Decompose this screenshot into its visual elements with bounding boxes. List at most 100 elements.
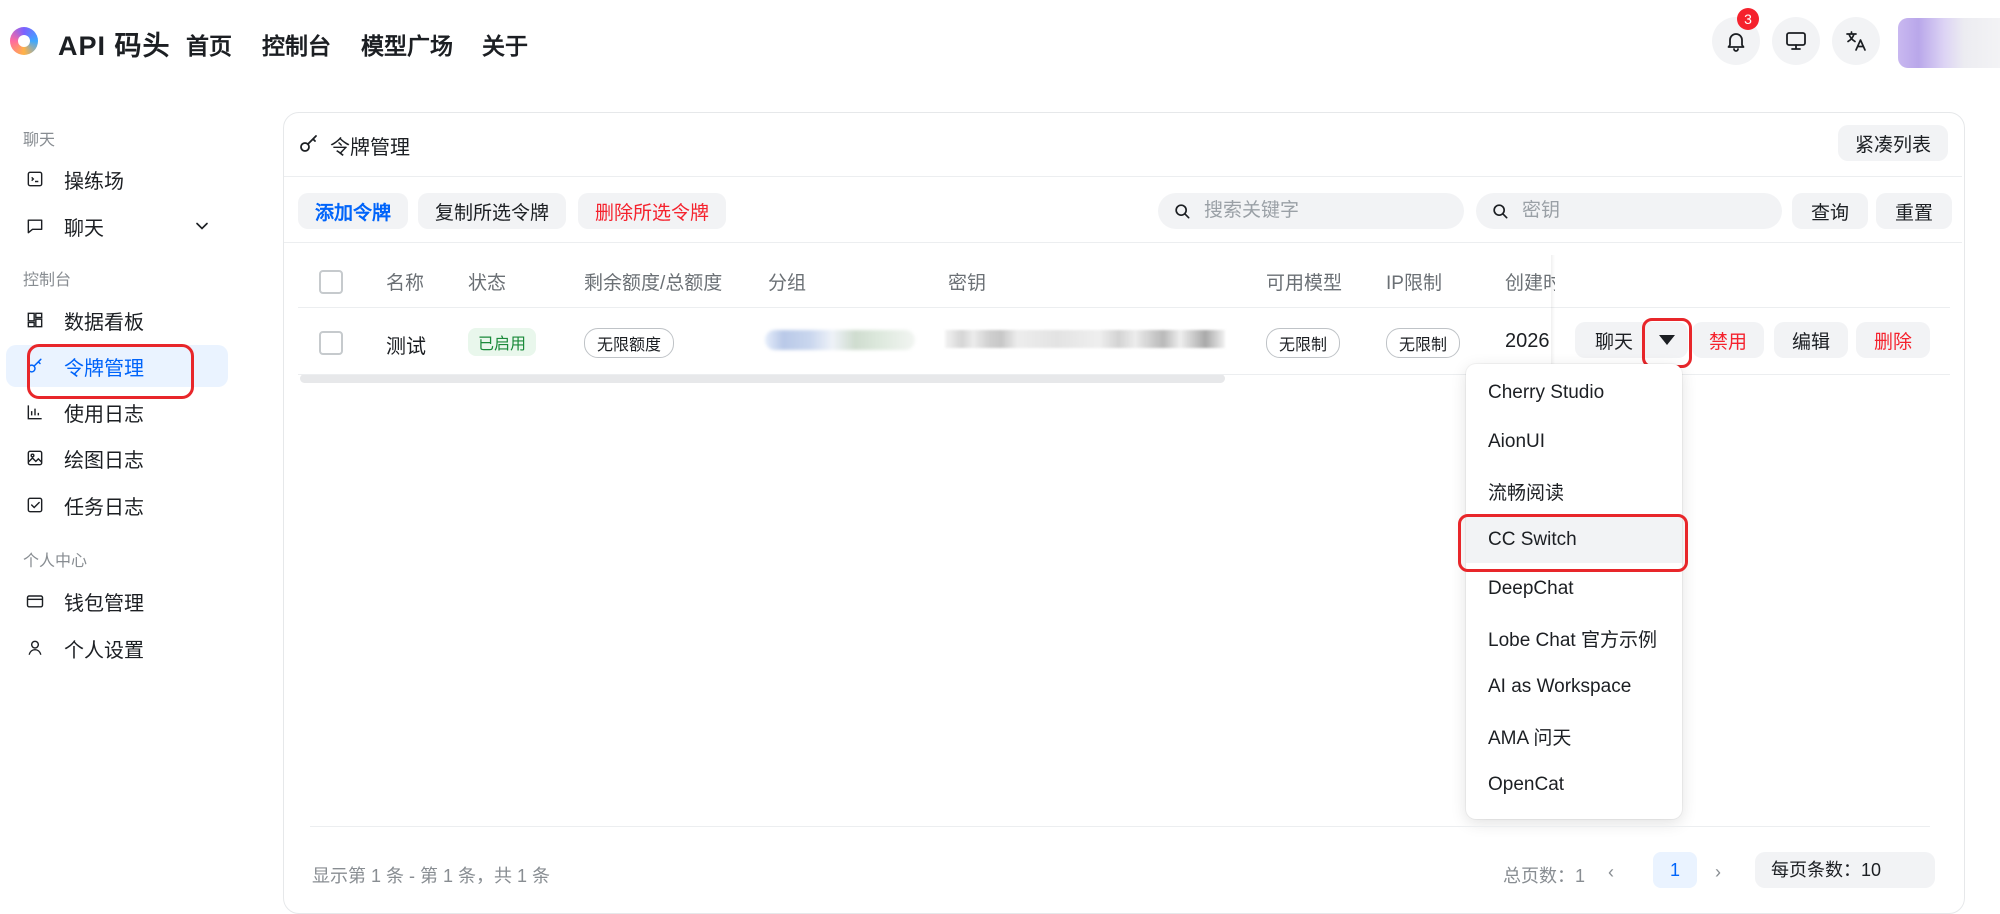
delete-button[interactable]: 删除 [1856, 322, 1930, 358]
theme-button[interactable] [1772, 17, 1820, 65]
column-header-created[interactable]: 创建时 [1505, 268, 1555, 295]
next-page-icon[interactable]: › [1715, 862, 1721, 883]
dropdown-item-ama[interactable]: AMA 问天 [1466, 713, 1682, 759]
sidebar-item-task-log[interactable]: 任务日志 [6, 484, 228, 526]
dropdown-item-ai-as-workspace[interactable]: AI as Workspace [1466, 664, 1682, 710]
sidebar-item-label: 数据看板 [64, 311, 144, 334]
wallet-icon [24, 590, 46, 612]
nav-console[interactable]: 控制台 [262, 27, 331, 61]
query-button[interactable]: 查询 [1792, 193, 1868, 229]
checklist-icon [24, 494, 46, 516]
key-icon [24, 355, 46, 377]
sidebar-item-playground[interactable]: 操练场 [6, 158, 228, 200]
add-token-button[interactable]: 添加令牌 [298, 193, 408, 229]
key-icon [300, 135, 317, 152]
prev-page-icon[interactable]: ‹ [1608, 862, 1614, 883]
app-title[interactable]: API 码头 [58, 24, 171, 63]
column-header-group[interactable]: 分组 [768, 268, 806, 295]
row-checkbox[interactable] [319, 331, 343, 355]
copy-selected-button[interactable]: 复制所选令牌 [418, 193, 566, 229]
sidebar-section-personal: 个人中心 [23, 553, 88, 570]
search-icon [1175, 204, 1190, 219]
sidebar-item-label: 绘图日志 [64, 449, 144, 472]
quota-badge: 无限额度 [584, 328, 675, 358]
chevron-down-icon[interactable] [192, 216, 212, 236]
dropdown-item-fluent-read[interactable]: 流畅阅读 [1466, 468, 1682, 514]
nav-model-square[interactable]: 模型广场 [361, 27, 453, 61]
chat-dropdown-toggle[interactable] [1646, 322, 1688, 358]
sidebar-item-label: 钱包管理 [64, 592, 144, 615]
user-icon [24, 637, 46, 659]
token-name: 测试 [386, 336, 426, 358]
dropdown-item-cc-switch[interactable]: CC Switch [1466, 517, 1682, 563]
notification-badge: 3 [1737, 8, 1759, 30]
edit-button[interactable]: 编辑 [1774, 322, 1848, 358]
nav-home[interactable]: 首页 [186, 27, 232, 61]
dropdown-item-cherry-studio[interactable]: Cherry Studio [1466, 370, 1682, 416]
sidebar-item-label: 个人设置 [64, 639, 144, 662]
horizontal-scrollbar[interactable] [300, 374, 1225, 383]
divider [298, 307, 1950, 308]
column-header-models[interactable]: 可用模型 [1266, 268, 1342, 295]
chat-icon [24, 215, 46, 237]
sidebar-section-chat: 聊天 [23, 132, 56, 149]
sidebar-item-label: 令牌管理 [64, 357, 144, 380]
column-header-name[interactable]: 名称 [386, 268, 424, 295]
column-header-key[interactable]: 密钥 [948, 268, 986, 295]
sidebar-item-wallet[interactable]: 钱包管理 [6, 580, 228, 622]
page-title: 令牌管理 [330, 137, 410, 159]
current-page[interactable]: 1 [1653, 852, 1697, 888]
sidebar-item-drawing-log[interactable]: 绘图日志 [6, 437, 228, 479]
ip-limit-badge: 无限制 [1386, 328, 1461, 358]
language-button[interactable] [1832, 17, 1880, 65]
column-header-quota[interactable]: 剩余额度/总额度 [584, 268, 722, 295]
divider [284, 242, 1962, 243]
column-header-status[interactable]: 状态 [468, 268, 506, 295]
search-icon [1493, 204, 1508, 219]
dropdown-item-opencat[interactable]: OpenCat [1466, 762, 1682, 808]
playground-icon [24, 168, 46, 190]
bell-icon [1727, 33, 1745, 52]
select-all-checkbox[interactable] [319, 270, 343, 294]
user-avatar[interactable] [1898, 18, 2000, 68]
app-logo-icon[interactable] [10, 27, 38, 55]
divider [284, 176, 1962, 177]
sidebar-item-usage-log[interactable]: 使用日志 [6, 391, 228, 433]
dropdown-item-deepchat[interactable]: DeepChat [1466, 566, 1682, 612]
translate-icon [1846, 31, 1866, 51]
delete-selected-button[interactable]: 删除所选令牌 [578, 193, 726, 229]
compact-list-button[interactable]: 紧凑列表 [1838, 125, 1948, 161]
divider [298, 374, 1950, 375]
sidebar-item-label: 聊天 [64, 217, 104, 240]
image-icon [24, 447, 46, 469]
created-time: 2026 [1505, 330, 1550, 352]
status-badge: 已启用 [468, 328, 537, 356]
divider [310, 826, 1930, 827]
reset-button[interactable]: 重置 [1876, 193, 1952, 229]
column-header-ip[interactable]: IP限制 [1386, 268, 1442, 295]
key-search-input[interactable] [1520, 199, 1764, 223]
sidebar-item-personal-settings[interactable]: 个人设置 [6, 627, 228, 669]
sidebar-section-console: 控制台 [23, 272, 72, 289]
key-search[interactable] [1476, 193, 1782, 229]
nav-about[interactable]: 关于 [482, 27, 528, 61]
token-card [283, 112, 1965, 914]
page-size-select[interactable]: 每页条数：10 [1755, 852, 1935, 888]
group-value-redacted [765, 330, 915, 350]
chat-client-dropdown: Cherry Studio AionUI 流畅阅读 CC Switch Deep… [1466, 364, 1682, 819]
models-badge: 无限制 [1266, 328, 1341, 358]
keyword-search-input[interactable] [1202, 199, 1446, 223]
chat-button[interactable]: 聊天 [1575, 322, 1653, 358]
disable-button[interactable]: 禁用 [1692, 322, 1764, 358]
sidebar-item-chat[interactable]: 聊天 [6, 205, 228, 247]
sidebar-item-token-management[interactable]: 令牌管理 [6, 345, 228, 387]
keyword-search[interactable] [1158, 193, 1464, 229]
sidebar-item-label: 操练场 [64, 170, 124, 193]
sidebar-item-dashboard[interactable]: 数据看板 [6, 299, 228, 341]
bar-chart-icon [24, 401, 46, 423]
dropdown-item-aionui[interactable]: AionUI [1466, 419, 1682, 465]
dashboard-icon [24, 309, 46, 331]
dropdown-item-lobe-chat[interactable]: Lobe Chat 官方示例 [1466, 615, 1682, 661]
key-value-redacted[interactable] [945, 330, 1225, 348]
caret-down-icon [1659, 335, 1675, 345]
